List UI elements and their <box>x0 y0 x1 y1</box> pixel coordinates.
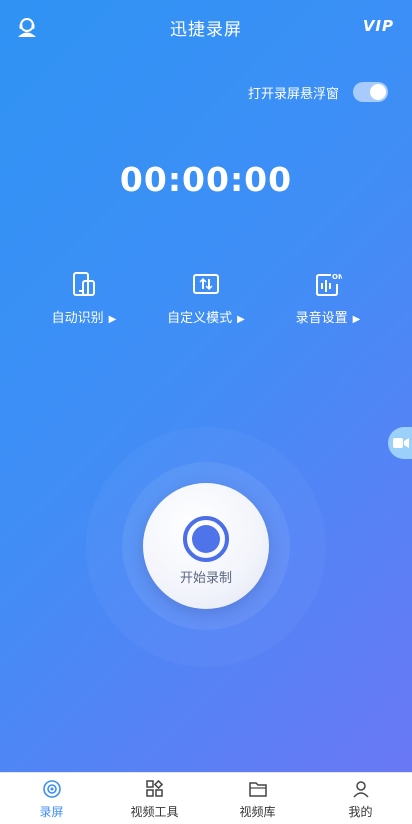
nav-item-video-library[interactable]: 视频库 <box>206 779 309 820</box>
tools-grid-icon <box>145 779 163 797</box>
floating-window-toggle[interactable] <box>353 82 388 102</box>
record-timer: 00:00:00 <box>119 160 293 199</box>
audio-on-icon: ON <box>316 273 342 296</box>
play-arrow-icon: ▶ <box>237 314 245 325</box>
page-title: 迅捷录屏 <box>170 20 242 40</box>
play-arrow-icon: ▶ <box>352 314 361 325</box>
floating-camera-button[interactable] <box>388 427 412 459</box>
play-arrow-icon: ▶ <box>108 314 117 325</box>
bottom-nav: 录屏 视频工具 视频库 我的 <box>0 772 412 824</box>
nav-item-record[interactable]: 录屏 <box>0 779 103 820</box>
custom-mode-option[interactable]: 自定义模式 ▶ <box>146 270 266 326</box>
nav-label-video-library: 视频库 <box>239 805 276 819</box>
on-badge: ON <box>332 273 342 281</box>
record-icon <box>183 516 229 562</box>
folder-icon <box>248 782 267 797</box>
auto-detect-label: 自动识别 <box>51 311 104 326</box>
nav-label-record: 录屏 <box>39 805 64 819</box>
audio-settings-option[interactable]: ON 录音设置 ▶ <box>268 270 388 326</box>
floating-window-row: 打开录屏悬浮窗 <box>248 80 388 104</box>
vip-button[interactable]: VIP <box>363 17 394 35</box>
floating-window-label: 打开录屏悬浮窗 <box>247 86 339 102</box>
header: 迅捷录屏 VIP <box>0 0 412 52</box>
auto-detect-option[interactable]: 自动识别 ▶ <box>24 270 144 326</box>
custom-mode-icon <box>193 274 219 294</box>
person-icon <box>352 781 369 798</box>
nav-label-video-tools: 视频工具 <box>130 805 179 819</box>
start-record-label: 开始录制 <box>179 571 232 586</box>
start-record-button[interactable]: 开始录制 <box>143 483 269 609</box>
toggle-knob <box>370 84 386 100</box>
phone-rotate-icon <box>73 272 95 296</box>
camera-icon <box>393 438 409 448</box>
custom-mode-label: 自定义模式 <box>167 311 233 326</box>
record-disc-icon <box>42 780 61 798</box>
audio-settings-label: 录音设置 <box>295 311 348 326</box>
nav-label-mine: 我的 <box>348 805 373 819</box>
nav-item-video-tools[interactable]: 视频工具 <box>103 779 206 820</box>
nav-item-mine[interactable]: 我的 <box>309 779 412 820</box>
record-screen: 迅捷录屏 VIP 打开录屏悬浮窗 00:00:00 自动识别 ▶ 自定义模式 ▶ <box>0 0 412 772</box>
